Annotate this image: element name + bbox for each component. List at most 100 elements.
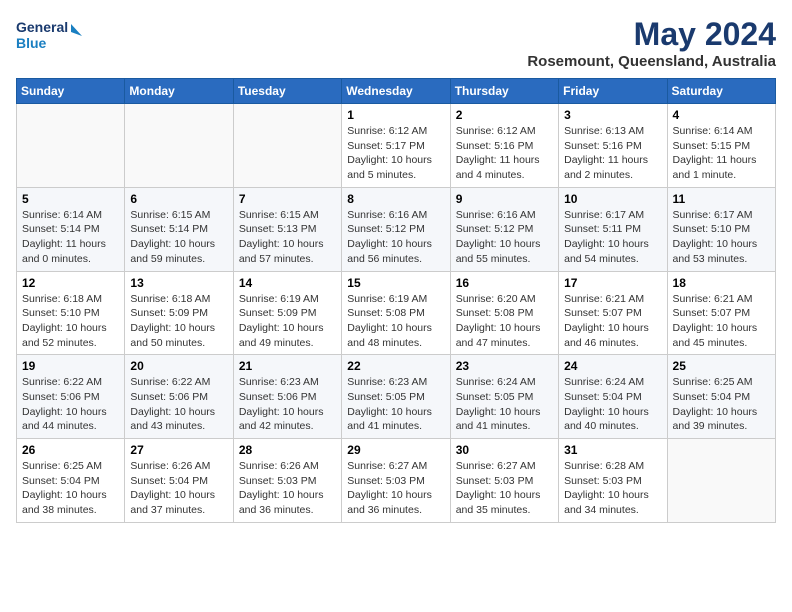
calendar-cell — [17, 104, 125, 188]
day-info: Sunrise: 6:20 AM Sunset: 5:08 PM Dayligh… — [456, 292, 553, 351]
calendar-cell: 13 Sunrise: 6:18 AM Sunset: 5:09 PM Dayli… — [125, 271, 233, 355]
day-number: 4 — [673, 108, 770, 122]
calendar-cell: 10Sunrise: 6:17 AM Sunset: 5:11 PM Dayli… — [559, 187, 667, 271]
day-info: Sunrise: 6:16 AM Sunset: 5:12 PM Dayligh… — [456, 208, 553, 267]
day-info: Sunrise: 6:15 AM Sunset: 5:14 PM Dayligh… — [130, 208, 227, 267]
day-number: 22 — [347, 359, 444, 373]
calendar-cell — [667, 439, 775, 523]
calendar-cell: 21Sunrise: 6:23 AM Sunset: 5:06 PM Dayli… — [233, 355, 341, 439]
logo-svg: General Blue — [16, 16, 86, 58]
day-header-saturday: Saturday — [667, 79, 775, 104]
month-year: May 2024 — [527, 16, 776, 53]
day-number: 9 — [456, 192, 553, 206]
calendar-cell: 8Sunrise: 6:16 AM Sunset: 5:12 PM Daylig… — [342, 187, 450, 271]
day-info: Sunrise: 6:21 AM Sunset: 5:07 PM Dayligh… — [673, 292, 770, 351]
day-number: 2 — [456, 108, 553, 122]
calendar-cell: 28Sunrise: 6:26 AM Sunset: 5:03 PM Dayli… — [233, 439, 341, 523]
calendar-week-2: 5 Sunrise: 6:14 AM Sunset: 5:14 PM Daylig… — [17, 187, 776, 271]
day-info: Sunrise: 6:12 AM Sunset: 5:16 PM Dayligh… — [456, 124, 553, 183]
day-number: 14 — [239, 276, 336, 290]
day-number: 1 — [347, 108, 444, 122]
calendar-cell: 29 Sunrise: 6:27 AM Sunset: 5:03 PM Dayli… — [342, 439, 450, 523]
calendar-cell: 6 Sunrise: 6:15 AM Sunset: 5:14 PM Daylig… — [125, 187, 233, 271]
day-info: Sunrise: 6:27 AM Sunset: 5:03 PM Dayligh… — [347, 459, 444, 518]
day-header-monday: Monday — [125, 79, 233, 104]
calendar-cell: 5 Sunrise: 6:14 AM Sunset: 5:14 PM Daylig… — [17, 187, 125, 271]
day-info: Sunrise: 6:14 AM Sunset: 5:14 PM Dayligh… — [22, 208, 119, 267]
calendar-week-1: 1Sunrise: 6:12 AM Sunset: 5:17 PM Daylig… — [17, 104, 776, 188]
day-info: Sunrise: 6:22 AM Sunset: 5:06 PM Dayligh… — [22, 375, 119, 434]
calendar-header-row: SundayMondayTuesdayWednesdayThursdayFrid… — [17, 79, 776, 104]
day-number: 15 — [347, 276, 444, 290]
calendar-cell: 3 Sunrise: 6:13 AM Sunset: 5:16 PM Daylig… — [559, 104, 667, 188]
day-info: Sunrise: 6:19 AM Sunset: 5:08 PM Dayligh… — [347, 292, 444, 351]
calendar-cell: 14 Sunrise: 6:19 AM Sunset: 5:09 PM Dayli… — [233, 271, 341, 355]
day-number: 17 — [564, 276, 661, 290]
calendar-cell: 7 Sunrise: 6:15 AM Sunset: 5:13 PM Daylig… — [233, 187, 341, 271]
day-info: Sunrise: 6:24 AM Sunset: 5:05 PM Dayligh… — [456, 375, 553, 434]
calendar-cell: 22 Sunrise: 6:23 AM Sunset: 5:05 PM Dayli… — [342, 355, 450, 439]
day-number: 8 — [347, 192, 444, 206]
calendar-week-5: 26 Sunrise: 6:25 AM Sunset: 5:04 PM Dayli… — [17, 439, 776, 523]
day-info: Sunrise: 6:15 AM Sunset: 5:13 PM Dayligh… — [239, 208, 336, 267]
day-info: Sunrise: 6:26 AM Sunset: 5:04 PM Dayligh… — [130, 459, 227, 518]
day-number: 5 — [22, 192, 119, 206]
page-header: General Blue May 2024 Rosemount, Queensl… — [16, 16, 776, 70]
day-info: Sunrise: 6:27 AM Sunset: 5:03 PM Dayligh… — [456, 459, 553, 518]
day-number: 28 — [239, 443, 336, 457]
calendar-cell — [125, 104, 233, 188]
day-number: 25 — [673, 359, 770, 373]
day-number: 6 — [130, 192, 227, 206]
calendar-cell: 19 Sunrise: 6:22 AM Sunset: 5:06 PM Dayli… — [17, 355, 125, 439]
calendar-cell: 23Sunrise: 6:24 AM Sunset: 5:05 PM Dayli… — [450, 355, 558, 439]
calendar-cell: 26 Sunrise: 6:25 AM Sunset: 5:04 PM Dayli… — [17, 439, 125, 523]
day-info: Sunrise: 6:18 AM Sunset: 5:10 PM Dayligh… — [22, 292, 119, 351]
day-header-thursday: Thursday — [450, 79, 558, 104]
svg-text:General: General — [16, 19, 68, 35]
day-info: Sunrise: 6:17 AM Sunset: 5:11 PM Dayligh… — [564, 208, 661, 267]
day-number: 7 — [239, 192, 336, 206]
calendar-week-4: 19 Sunrise: 6:22 AM Sunset: 5:06 PM Dayli… — [17, 355, 776, 439]
calendar-table: SundayMondayTuesdayWednesdayThursdayFrid… — [16, 78, 776, 523]
calendar-cell: 25Sunrise: 6:25 AM Sunset: 5:04 PM Dayli… — [667, 355, 775, 439]
day-header-sunday: Sunday — [17, 79, 125, 104]
day-info: Sunrise: 6:13 AM Sunset: 5:16 PM Dayligh… — [564, 124, 661, 183]
day-info: Sunrise: 6:28 AM Sunset: 5:03 PM Dayligh… — [564, 459, 661, 518]
day-number: 31 — [564, 443, 661, 457]
logo: General Blue — [16, 16, 86, 58]
calendar-cell: 30Sunrise: 6:27 AM Sunset: 5:03 PM Dayli… — [450, 439, 558, 523]
calendar-cell: 4 Sunrise: 6:14 AM Sunset: 5:15 PM Daylig… — [667, 104, 775, 188]
day-number: 16 — [456, 276, 553, 290]
day-info: Sunrise: 6:14 AM Sunset: 5:15 PM Dayligh… — [673, 124, 770, 183]
day-header-wednesday: Wednesday — [342, 79, 450, 104]
day-number: 18 — [673, 276, 770, 290]
calendar-cell — [233, 104, 341, 188]
day-number: 19 — [22, 359, 119, 373]
svg-text:Blue: Blue — [16, 35, 47, 51]
calendar-cell: 17Sunrise: 6:21 AM Sunset: 5:07 PM Dayli… — [559, 271, 667, 355]
calendar-week-3: 12 Sunrise: 6:18 AM Sunset: 5:10 PM Dayli… — [17, 271, 776, 355]
day-info: Sunrise: 6:23 AM Sunset: 5:05 PM Dayligh… — [347, 375, 444, 434]
day-info: Sunrise: 6:18 AM Sunset: 5:09 PM Dayligh… — [130, 292, 227, 351]
day-number: 21 — [239, 359, 336, 373]
day-number: 26 — [22, 443, 119, 457]
calendar-cell: 16 Sunrise: 6:20 AM Sunset: 5:08 PM Dayli… — [450, 271, 558, 355]
day-number: 13 — [130, 276, 227, 290]
calendar-cell: 15 Sunrise: 6:19 AM Sunset: 5:08 PM Dayli… — [342, 271, 450, 355]
day-number: 3 — [564, 108, 661, 122]
day-number: 11 — [673, 192, 770, 206]
calendar-cell: 12 Sunrise: 6:18 AM Sunset: 5:10 PM Dayli… — [17, 271, 125, 355]
day-info: Sunrise: 6:25 AM Sunset: 5:04 PM Dayligh… — [22, 459, 119, 518]
calendar-cell: 27Sunrise: 6:26 AM Sunset: 5:04 PM Dayli… — [125, 439, 233, 523]
day-info: Sunrise: 6:17 AM Sunset: 5:10 PM Dayligh… — [673, 208, 770, 267]
day-number: 12 — [22, 276, 119, 290]
day-header-friday: Friday — [559, 79, 667, 104]
calendar-cell: 20Sunrise: 6:22 AM Sunset: 5:06 PM Dayli… — [125, 355, 233, 439]
calendar-cell: 1Sunrise: 6:12 AM Sunset: 5:17 PM Daylig… — [342, 104, 450, 188]
calendar-cell: 18 Sunrise: 6:21 AM Sunset: 5:07 PM Dayli… — [667, 271, 775, 355]
day-number: 29 — [347, 443, 444, 457]
calendar-cell: 24Sunrise: 6:24 AM Sunset: 5:04 PM Dayli… — [559, 355, 667, 439]
calendar-cell: 11 Sunrise: 6:17 AM Sunset: 5:10 PM Dayli… — [667, 187, 775, 271]
day-info: Sunrise: 6:19 AM Sunset: 5:09 PM Dayligh… — [239, 292, 336, 351]
calendar-cell: 9 Sunrise: 6:16 AM Sunset: 5:12 PM Daylig… — [450, 187, 558, 271]
